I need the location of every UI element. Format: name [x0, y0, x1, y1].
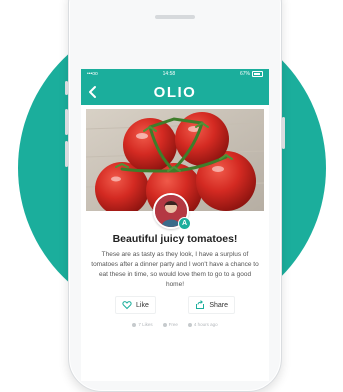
action-bar: Like Share	[115, 296, 235, 314]
back-arrow-icon[interactable]	[85, 83, 101, 101]
clock-icon	[187, 322, 192, 327]
listing-title: Beautiful juicy tomatoes!	[112, 233, 238, 245]
app-screen: •••oo 14:58 67% OLIO A Beautiful juicy t…	[81, 69, 269, 381]
share-button[interactable]: Share	[188, 296, 235, 314]
meta-likes-text: 7 Likes	[138, 322, 153, 327]
share-label: Share	[209, 301, 228, 309]
meta-price: Free	[162, 322, 178, 327]
meta-time-text: 4 hours ago	[193, 322, 218, 327]
app-header: OLIO	[81, 79, 269, 105]
listing-description: These are as tasty as they look, I have …	[91, 251, 259, 288]
phone-power-button	[282, 117, 285, 149]
phone-frame: •••oo 14:58 67% OLIO A Beautiful juicy t…	[65, 0, 285, 392]
phone-side-button	[65, 81, 68, 95]
phone-volume-up	[65, 109, 68, 135]
price-icon	[162, 322, 167, 327]
like-button[interactable]: Like	[115, 296, 156, 314]
meta-price-text: Free	[168, 322, 178, 327]
status-time: 14:58	[162, 71, 176, 77]
app-logo: OLIO	[153, 83, 197, 101]
status-bar: •••oo 14:58 67%	[81, 69, 269, 79]
battery-percent: 67%	[239, 71, 250, 77]
meta-time: 4 hours ago	[187, 322, 218, 327]
phone-volume-down	[65, 141, 68, 167]
share-icon	[196, 300, 205, 309]
listing-meta: 7 Likes Free 4 hours ago	[81, 322, 269, 327]
heart-icon	[122, 301, 132, 310]
signal-strength: •••oo	[87, 71, 98, 77]
battery-icon	[251, 71, 263, 77]
meta-likes: 7 Likes	[132, 322, 153, 327]
avatar-badge: A	[178, 217, 191, 230]
phone-speaker	[155, 15, 195, 19]
like-label: Like	[136, 301, 149, 309]
likes-icon	[132, 322, 137, 327]
